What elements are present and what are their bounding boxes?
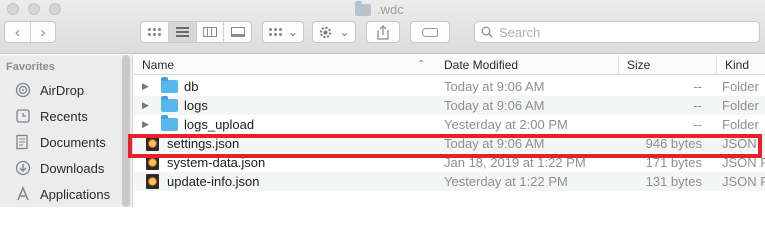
clock-icon: [14, 107, 32, 125]
view-mode-selector: [140, 21, 252, 43]
sort-ascending-icon: ⌃: [417, 59, 426, 70]
disclosure-triangle-icon[interactable]: ▶: [142, 81, 152, 92]
gallery-view-icon: [230, 27, 245, 37]
column-header-date[interactable]: Date Modified: [436, 55, 614, 74]
tag-icon: [422, 27, 438, 37]
sidebar-item-label: Downloads: [40, 160, 105, 176]
sidebar: Favorites AirDrop Recents Documents Down…: [0, 55, 133, 207]
group-icon: [267, 27, 282, 37]
file-kind: Folder: [722, 98, 759, 113]
column-label: Size: [627, 57, 651, 72]
file-kind: JSON F: [722, 174, 765, 189]
minimize-window-button[interactable]: [28, 3, 40, 15]
forward-button[interactable]: ›: [30, 22, 55, 42]
window-toolbar: .wdc ‹ › ⌄ ⌄: [0, 0, 765, 54]
zoom-window-button[interactable]: [49, 3, 61, 15]
highlight-annotation: [128, 134, 762, 158]
column-header-kind[interactable]: Kind: [716, 55, 765, 74]
file-kind: Folder: [722, 79, 759, 94]
sidebar-item-label: Documents: [40, 134, 106, 150]
applications-icon: [14, 185, 32, 203]
file-row[interactable]: ▶ db Today at 9:06 AM -- Folder: [134, 77, 765, 96]
date-modified: Yesterday at 1:22 PM: [444, 174, 568, 189]
window-controls: [7, 3, 61, 15]
search-icon: [481, 26, 493, 38]
file-row[interactable]: ▶ logs Today at 9:06 AM -- Folder: [134, 96, 765, 115]
file-size: 131 bytes: [645, 174, 702, 189]
sidebar-heading-favorites: Favorites: [6, 61, 55, 73]
column-header-name[interactable]: Name: [134, 55, 434, 74]
date-modified: Yesterday at 2:00 PM: [444, 117, 568, 132]
name-cell: ▶ logs: [134, 96, 434, 115]
disclosure-triangle-icon[interactable]: ▶: [142, 100, 152, 111]
column-label: Name: [142, 57, 175, 72]
column-label: Kind: [725, 57, 750, 72]
action-button[interactable]: ⌄: [312, 21, 356, 43]
document-icon: [14, 133, 32, 151]
navigation-buttons: ‹ ›: [4, 21, 56, 43]
chevron-right-icon: ›: [40, 23, 46, 41]
file-list: Name ⌃ Date Modified Size Kind ▶ db Toda…: [134, 55, 765, 207]
sidebar-item-label: AirDrop: [40, 82, 85, 98]
back-button[interactable]: ‹: [5, 22, 30, 42]
name-cell: ▶ logs_upload: [134, 115, 434, 134]
gear-icon: [320, 26, 332, 38]
file-name: logs_upload: [184, 117, 255, 132]
share-button[interactable]: [366, 21, 400, 43]
file-size: --: [693, 98, 702, 113]
icon-view-button[interactable]: [141, 22, 168, 42]
sidebar-scrollbar[interactable]: [122, 55, 130, 207]
date-modified: Today at 9:06 AM: [444, 79, 545, 94]
list-view-icon: [175, 27, 189, 37]
sidebar-item-applications[interactable]: Applications: [14, 184, 110, 204]
sidebar-item-label: Recents: [40, 108, 88, 124]
json-file-icon: [146, 174, 159, 189]
file-name: logs: [184, 98, 208, 113]
search-input[interactable]: [499, 24, 749, 40]
gallery-view-button[interactable]: [223, 22, 251, 42]
tag-button[interactable]: [410, 21, 450, 43]
folder-icon: [161, 77, 178, 93]
sidebar-item-documents[interactable]: Documents: [14, 132, 106, 152]
column-header-size[interactable]: Size: [618, 55, 714, 74]
chevron-down-icon: ⌄: [339, 25, 350, 39]
folder-icon: [161, 96, 178, 112]
window-title-text: .wdc: [377, 2, 404, 17]
column-view-icon: [202, 27, 217, 37]
sidebar-item-label: Applications: [40, 186, 111, 202]
list-view-button[interactable]: [167, 22, 196, 42]
airdrop-icon: [14, 81, 32, 99]
file-name: update-info.json: [167, 174, 260, 189]
icon-view-icon: [147, 27, 162, 37]
folder-icon: [355, 0, 371, 16]
chevron-left-icon: ‹: [15, 23, 20, 41]
file-name: db: [184, 79, 199, 94]
date-modified: Today at 9:06 AM: [444, 98, 545, 113]
disclosure-triangle-icon[interactable]: ▶: [142, 119, 152, 130]
close-window-button[interactable]: [7, 3, 19, 15]
search-field[interactable]: [474, 21, 760, 43]
name-cell: ▶ db: [134, 77, 434, 96]
file-size: --: [693, 117, 702, 132]
chevron-down-icon: ⌄: [287, 25, 299, 39]
file-size: --: [693, 79, 702, 94]
name-cell: update-info.json: [134, 172, 434, 191]
sidebar-item-downloads[interactable]: Downloads: [14, 158, 104, 178]
file-row[interactable]: update-info.json Yesterday at 1:22 PM 13…: [134, 172, 765, 191]
file-kind: Folder: [722, 117, 759, 132]
download-icon: [14, 159, 32, 177]
window-title: .wdc: [355, 0, 404, 17]
sidebar-item-recents[interactable]: Recents: [14, 106, 88, 126]
column-header: Name ⌃ Date Modified Size Kind: [134, 55, 765, 75]
column-view-button[interactable]: [195, 22, 224, 42]
file-row[interactable]: ▶ logs_upload Yesterday at 2:00 PM -- Fo…: [134, 115, 765, 134]
share-icon: [377, 24, 389, 40]
folder-icon: [161, 115, 178, 131]
column-label: Date Modified: [444, 57, 519, 72]
group-button[interactable]: ⌄: [262, 21, 304, 43]
sidebar-item-airdrop[interactable]: AirDrop: [14, 80, 84, 100]
